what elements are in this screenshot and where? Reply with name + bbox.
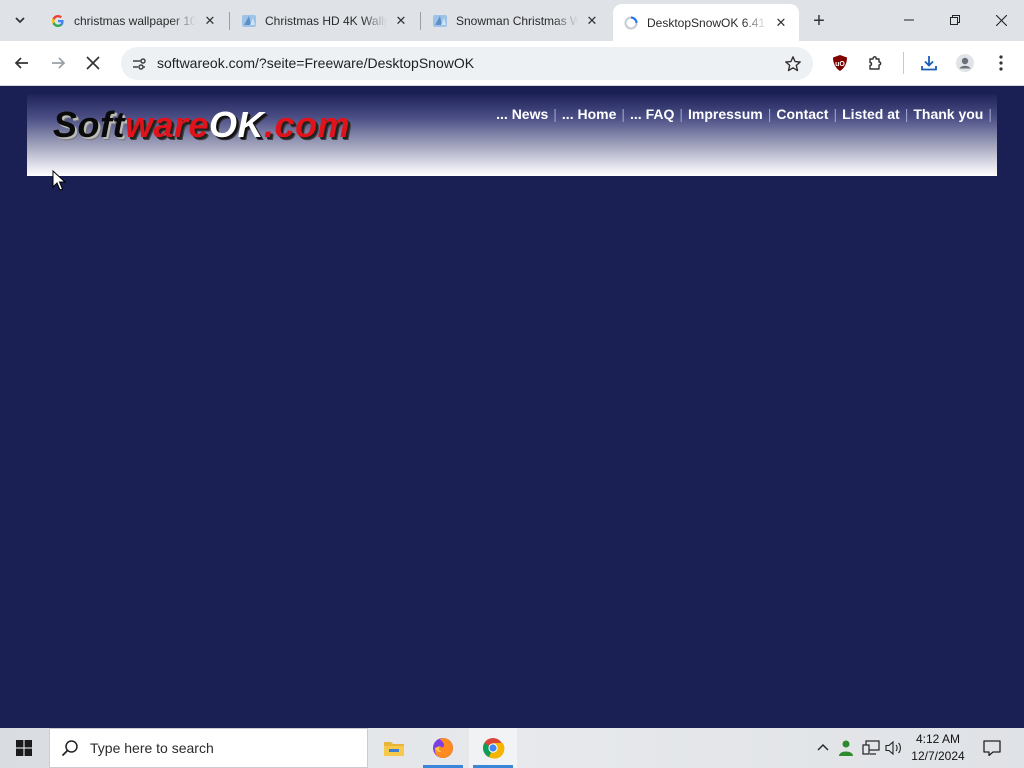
clock-date: 12/7/2024: [911, 749, 965, 763]
tab-christmas-wallpaper[interactable]: christmas wallpaper 1080p ✕: [40, 5, 228, 37]
nav-separator: |: [553, 106, 557, 122]
wallpaper-site-icon: [432, 13, 448, 29]
taskbar-firefox[interactable]: [419, 728, 467, 768]
tab-strip: christmas wallpaper 1080p ✕ Christmas HD…: [0, 0, 1024, 41]
tray-user-app[interactable]: [836, 738, 856, 758]
toolbar-separator: [903, 52, 904, 74]
minimize-button[interactable]: [886, 0, 932, 40]
show-hidden-icons-button[interactable]: [813, 738, 833, 758]
nav-link-contact[interactable]: Contact: [776, 106, 828, 122]
chevron-up-icon: [817, 744, 829, 751]
nav-link-faq[interactable]: ... FAQ: [630, 106, 674, 122]
plus-icon: +: [813, 9, 825, 32]
clock-time: 4:12 AM: [915, 732, 961, 746]
tab-title: DesktopSnowOK 6.41: [647, 15, 766, 30]
close-icon[interactable]: ✕: [202, 13, 218, 29]
network-icon: [862, 740, 880, 755]
stop-icon: [86, 56, 100, 70]
download-icon: [921, 56, 937, 71]
mouse-cursor-icon: [52, 170, 66, 191]
close-icon[interactable]: ✕: [584, 13, 600, 29]
nav-separator: |: [621, 106, 626, 122]
taskbar-chrome[interactable]: [469, 728, 517, 768]
web-page: SoftwareOK.com ... News | ... Home | ...…: [0, 87, 1024, 728]
stop-loading-button[interactable]: [78, 48, 108, 78]
browser-toolbar: softwareok.com/?seite=Freeware/DesktopSn…: [0, 41, 1024, 86]
tab-search-button[interactable]: [6, 7, 34, 33]
action-center-button[interactable]: [980, 736, 1004, 760]
downloads-button[interactable]: [914, 48, 944, 78]
ublock-extension-button[interactable]: uO: [825, 48, 855, 78]
close-icon[interactable]: ✕: [393, 13, 409, 29]
speaker-icon: [885, 740, 901, 756]
google-g-icon: [50, 13, 66, 29]
nav-separator: |: [904, 106, 909, 122]
site-nav: ... News | ... Home | ... FAQ | Impressu…: [496, 106, 997, 122]
start-button[interactable]: [0, 728, 48, 768]
notification-icon: [983, 740, 1001, 756]
windows-logo-icon: [16, 740, 32, 756]
extensions-button[interactable]: [861, 48, 891, 78]
site-header: SoftwareOK.com ... News | ... Home | ...…: [27, 94, 997, 176]
nav-separator: |: [679, 106, 684, 122]
site-logo[interactable]: SoftwareOK.com: [53, 104, 350, 146]
loading-spinner-icon: [623, 15, 639, 31]
ublock-shield-icon: uO: [833, 55, 847, 71]
taskbar-clock[interactable]: 4:12 AM 12/7/2024: [906, 731, 970, 765]
person-icon: [839, 740, 853, 756]
search-icon: [50, 739, 90, 757]
chrome-icon: [483, 738, 505, 759]
tab-title: christmas wallpaper 1080p: [74, 14, 196, 28]
puzzle-icon: [869, 56, 882, 70]
nav-link-listed-at[interactable]: Listed at: [842, 106, 900, 122]
search-placeholder: Type here to search: [90, 740, 214, 756]
wallpaper-site-icon: [241, 13, 257, 29]
firefox-icon: [433, 738, 453, 758]
close-icon: [995, 14, 1007, 26]
menu-button[interactable]: [986, 48, 1016, 78]
nav-link-home[interactable]: ... Home: [562, 106, 616, 122]
nav-separator: |: [988, 106, 992, 122]
back-button[interactable]: [7, 48, 37, 78]
close-icon[interactable]: ✕: [773, 15, 789, 31]
forward-arrow-icon: [52, 57, 66, 69]
nav-link-thank-you[interactable]: Thank you: [913, 106, 983, 122]
forward-button[interactable]: [43, 48, 73, 78]
avatar-icon: [956, 54, 974, 72]
nav-link-news[interactable]: ... News: [496, 106, 548, 122]
nav-separator: |: [833, 106, 838, 122]
address-bar[interactable]: softwareok.com/?seite=Freeware/DesktopSn…: [121, 47, 813, 80]
windows-taskbar: Type here to search 4:12 AM 12/7/2024: [0, 728, 1024, 768]
back-arrow-icon: [14, 57, 28, 69]
site-info-icon[interactable]: [127, 52, 151, 76]
restore-button[interactable]: [932, 0, 978, 40]
tab-christmas-hd[interactable]: Christmas HD 4K Wallpapers ✕: [231, 5, 419, 37]
close-window-button[interactable]: [978, 0, 1024, 40]
tab-separator: [229, 12, 230, 30]
restore-icon: [950, 15, 960, 25]
tab-title: Snowman Christmas Wallpapers: [456, 14, 578, 28]
taskbar-file-explorer[interactable]: [370, 728, 418, 768]
chevron-down-icon: [15, 17, 25, 24]
taskbar-search-box[interactable]: Type here to search: [49, 728, 368, 768]
kebab-menu-icon: [999, 55, 1003, 71]
svg-text:uO: uO: [835, 61, 845, 68]
nav-link-impressum[interactable]: Impressum: [688, 106, 763, 122]
tray-network[interactable]: [861, 738, 881, 758]
minimize-icon: [904, 19, 914, 21]
profile-button[interactable]: [950, 48, 980, 78]
folder-icon: [384, 742, 404, 756]
tray-volume[interactable]: [884, 738, 904, 758]
nav-separator: |: [767, 106, 772, 122]
url-text[interactable]: softwareok.com/?seite=Freeware/DesktopSn…: [157, 55, 474, 71]
tab-snowman-christmas[interactable]: Snowman Christmas Wallpapers ✕: [422, 5, 610, 37]
tab-desktopsnowok[interactable]: DesktopSnowOK 6.41 ✕: [613, 4, 799, 41]
bookmark-star-icon[interactable]: [781, 52, 805, 76]
tab-title: Christmas HD 4K Wallpapers: [265, 14, 387, 28]
tab-separator: [420, 12, 421, 30]
new-tab-button[interactable]: +: [806, 8, 832, 34]
